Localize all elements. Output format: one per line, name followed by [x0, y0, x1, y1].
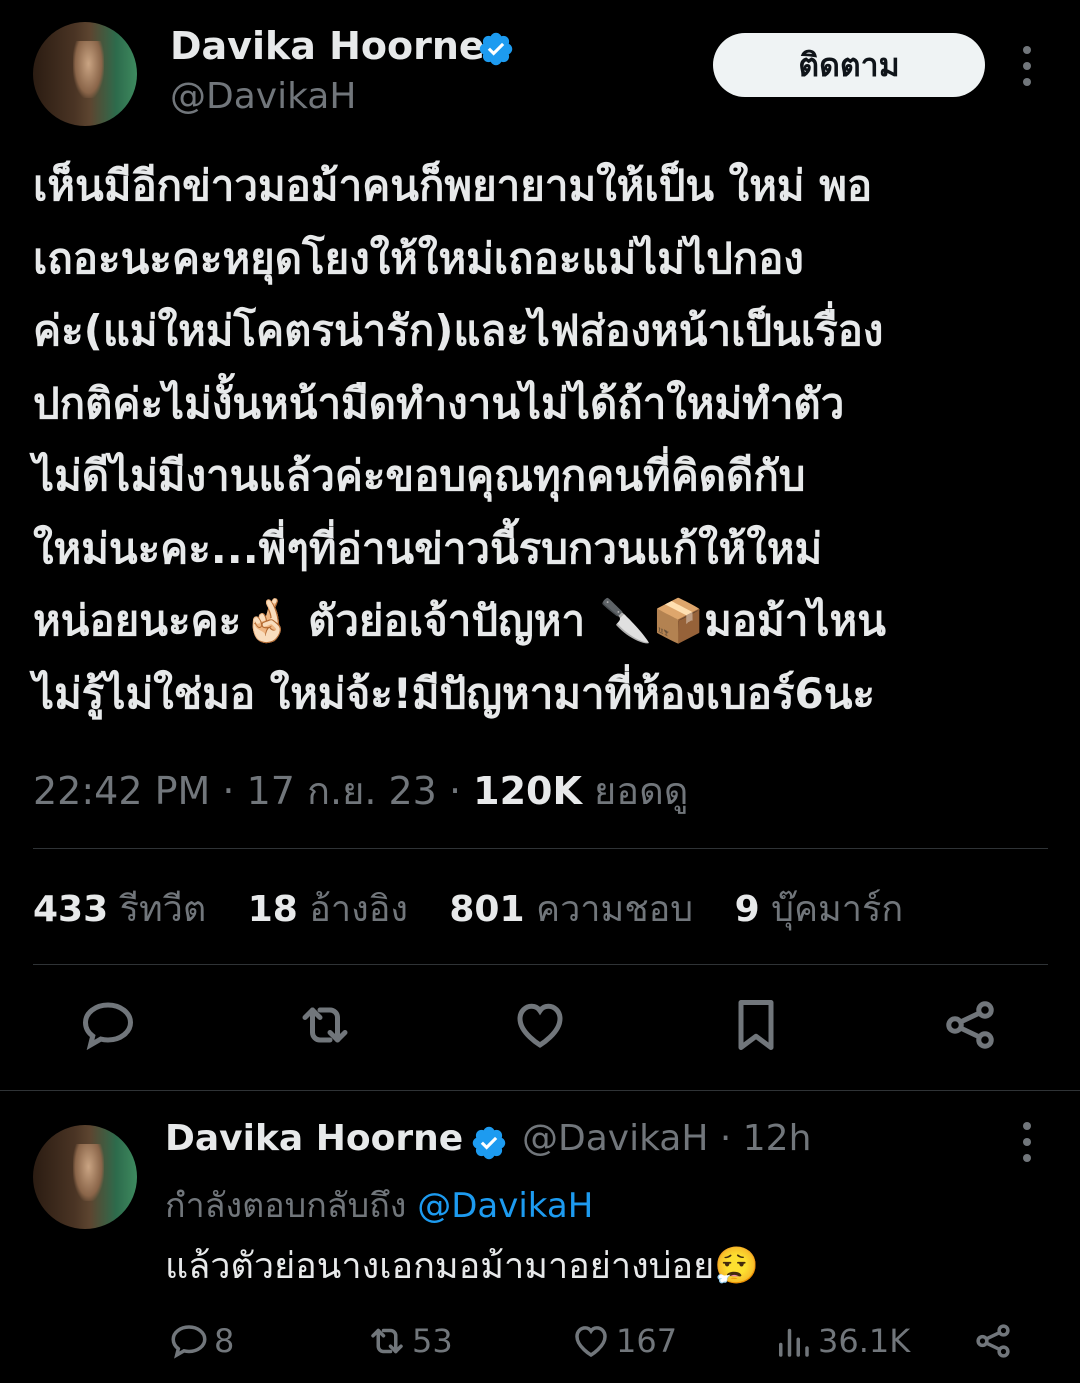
retweet-icon — [371, 1328, 403, 1354]
tweet-text: เห็นมีอีกข่าวมอม้าคนก็พยายามให้เป็น ใหม่… — [33, 161, 886, 718]
reply-author-handle[interactable]: @DavikaH — [522, 1118, 708, 1159]
bookmark-icon[interactable] — [726, 995, 786, 1055]
more-options-icon[interactable] — [1018, 44, 1036, 88]
share-icon — [976, 1324, 1010, 1358]
tweet-action-bar — [0, 995, 1080, 1065]
follow-button[interactable]: ติดตาม — [713, 33, 985, 97]
divider — [33, 964, 1048, 965]
replying-mention-link[interactable]: @DavikaH — [417, 1186, 593, 1226]
likes-stat[interactable]: 801 ความชอบ — [449, 889, 723, 930]
reply-icon — [171, 1325, 207, 1359]
tweet-date[interactable]: 17 ก.ย. 23 — [247, 769, 437, 813]
reply-views-button[interactable]: 36.1K — [772, 1318, 910, 1364]
retweet-icon[interactable] — [295, 995, 355, 1055]
meta-separator: · — [448, 769, 474, 813]
like-count: 167 — [616, 1322, 678, 1360]
reply-text: แล้วตัวย่อนางเอกมอม้ามาอย่างบ่อย😮‍💨 — [165, 1246, 760, 1287]
reply-icon[interactable] — [78, 995, 138, 1055]
like-icon — [575, 1326, 607, 1358]
more-options-icon[interactable] — [1018, 1120, 1036, 1164]
reply-count: 8 — [214, 1322, 235, 1360]
author-handle[interactable]: @DavikaH — [170, 76, 356, 117]
meta-separator: · — [719, 1118, 743, 1159]
reply-share-button[interactable] — [972, 1318, 1018, 1364]
verified-badge-icon — [479, 32, 513, 66]
author-avatar[interactable] — [33, 22, 137, 126]
reply-action-bar: 8 53 167 36.1K — [0, 1318, 1080, 1368]
retweets-stat[interactable]: 433 รีทวีต — [33, 889, 236, 930]
like-icon[interactable] — [510, 995, 570, 1055]
replying-to: กำลังตอบกลับถึง @DavikaH — [165, 1178, 593, 1232]
retweet-count: 53 — [412, 1322, 453, 1360]
tweet-time[interactable]: 22:42 PM — [33, 769, 210, 813]
views-count[interactable]: 120K — [473, 769, 582, 813]
author-display-name[interactable]: Davika Hoorne — [170, 24, 485, 68]
reply-retweet-button[interactable]: 53 — [366, 1318, 453, 1364]
analytics-icon — [779, 1328, 809, 1357]
views-label[interactable]: ยอดดู — [594, 769, 688, 813]
meta-separator: · — [222, 769, 247, 813]
reply-age[interactable]: 12h — [743, 1118, 812, 1159]
engagement-stats: 433 รีทวีต 18 อ้างอิง 801 ความชอบ 9 บุ๊ค… — [33, 880, 933, 937]
thread-divider — [0, 1090, 1080, 1091]
bookmarks-stat[interactable]: 9 บุ๊คมาร์ก — [735, 889, 934, 930]
quotes-stat[interactable]: 18 อ้างอิง — [248, 889, 438, 930]
share-icon[interactable] — [940, 995, 1000, 1055]
divider — [33, 848, 1048, 849]
replying-label: กำลังตอบกลับถึง — [165, 1186, 407, 1226]
reply-author-name[interactable]: Davika Hoorne — [165, 1118, 463, 1159]
reply-author-avatar[interactable] — [33, 1125, 137, 1229]
reply-reply-button[interactable]: 8 — [168, 1318, 234, 1364]
verified-badge-icon — [472, 1126, 506, 1160]
reply-like-button[interactable]: 167 — [570, 1318, 677, 1364]
tweet-meta: 22:42 PM · 17 ก.ย. 23 · 120K ยอดดู — [33, 760, 688, 821]
reply-handle-and-age[interactable]: @DavikaH · 12h — [522, 1118, 811, 1159]
views-count: 36.1K — [818, 1322, 911, 1360]
